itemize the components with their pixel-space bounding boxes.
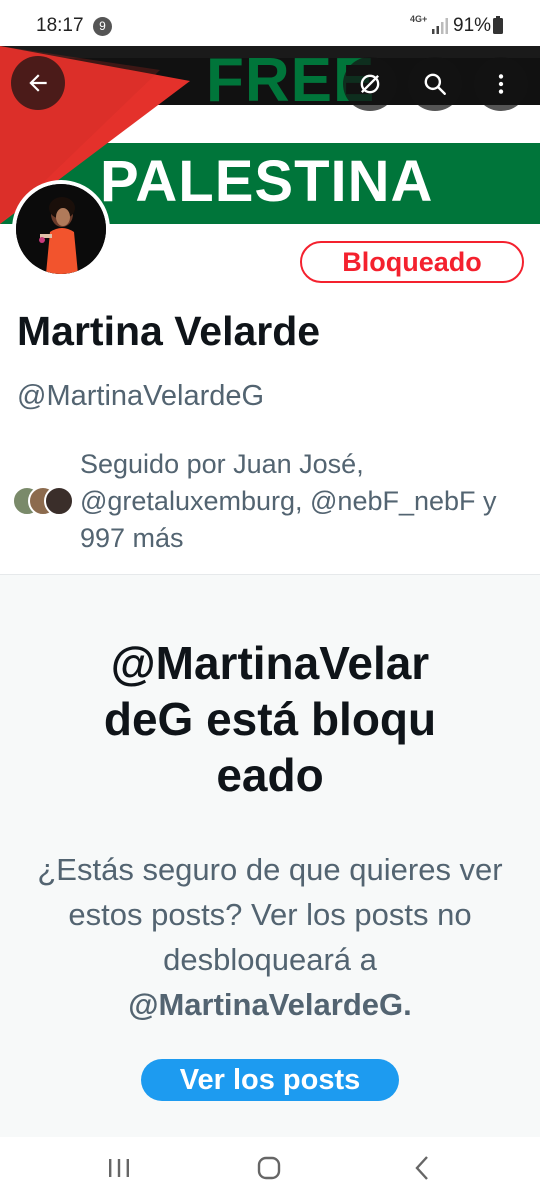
more-vertical-icon [498,74,504,94]
status-time: 18:17 [36,15,84,36]
signal-icon [432,18,448,34]
search-icon [424,73,446,95]
arrow-left-icon [29,74,47,92]
search-button[interactable] [408,57,462,111]
blocked-title: @MartinaVelardeG está bloqueado [103,637,437,801]
profile-avatar[interactable] [12,180,110,278]
blocked-notice: @MartinaVelardeG está bloqueado ¿Estás s… [0,575,540,1137]
network-type-icon: 4G+ [410,14,428,24]
battery-icon [493,16,503,34]
offline-icon [360,74,380,94]
back-button[interactable] [11,56,65,110]
nav-back-icon[interactable] [412,1155,432,1181]
offline-button[interactable] [343,57,397,111]
system-nav-bar [0,1137,540,1199]
follower-avatar [44,486,74,516]
followers-avatars[interactable] [12,486,78,518]
blocked-badge[interactable]: Bloqueado [300,241,524,283]
notification-count-badge: 9 [93,17,112,36]
view-posts-button[interactable]: Ver los posts [141,1059,399,1101]
blocked-description: ¿Estás seguro de que quieres ver estos p… [30,847,510,1027]
blocked-description-handle: @MartinaVelardeG. [128,987,412,1022]
avatar-photo [16,184,106,274]
banner-text-palestina: PALESTINA [100,149,434,214]
battery-percent: 91% [453,15,492,36]
recent-apps-icon[interactable] [106,1157,132,1179]
home-icon[interactable] [257,1156,281,1180]
status-bar: 18:17 9 4G+ 91% [0,0,540,46]
followed-by-text[interactable]: Seguido por Juan José, @gretaluxemburg, … [80,446,532,557]
more-button[interactable] [474,57,528,111]
blocked-description-text: ¿Estás seguro de que quieres ver estos p… [37,852,503,977]
profile-handle: @MartinaVelardeG [17,380,265,412]
profile-name: Martina Velarde [17,308,321,354]
